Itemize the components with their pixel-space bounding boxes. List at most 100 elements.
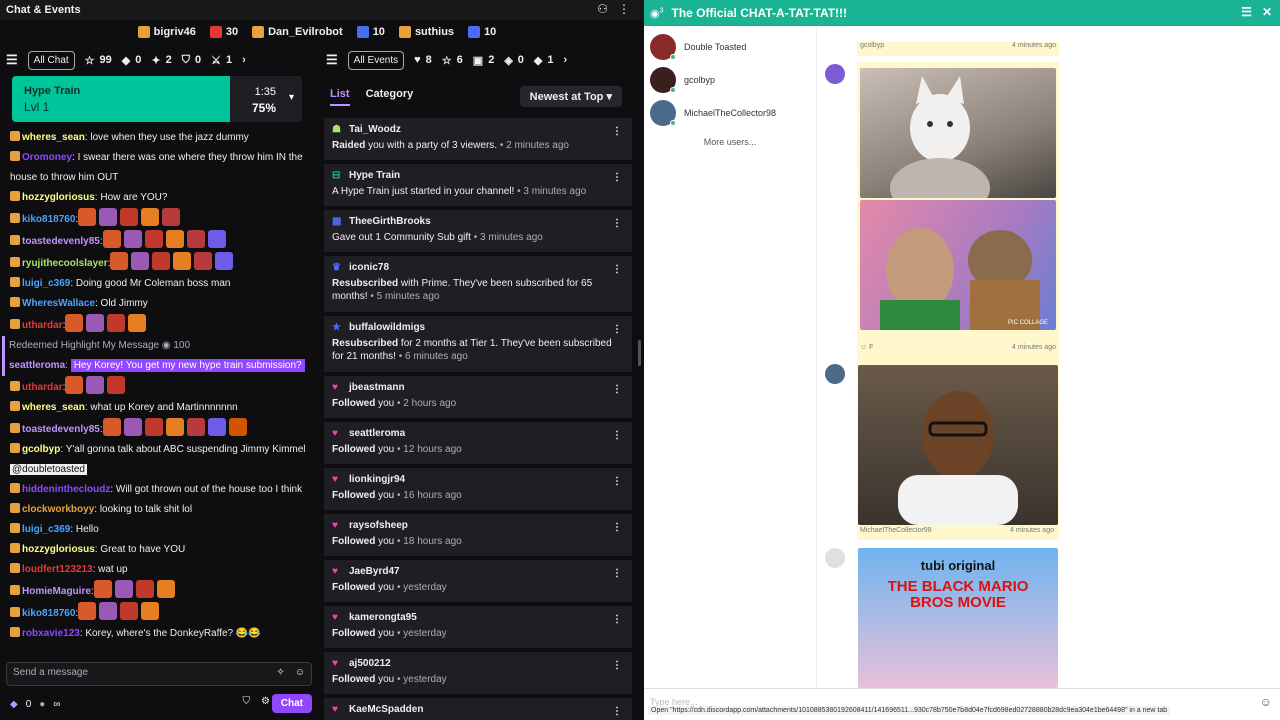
all-chat-filter[interactable]: All Chat	[27, 50, 75, 70]
filter-raid[interactable]: ✦ 2	[151, 54, 171, 67]
menu-icon[interactable]: ☰	[326, 52, 338, 68]
chat-input[interactable]: Send a message ✧ ☺	[6, 662, 312, 686]
smile-icon[interactable]: ☺	[860, 344, 867, 351]
close-icon[interactable]: ✕	[1262, 5, 1272, 19]
more-vertical-icon[interactable]: ⋮	[612, 568, 622, 579]
chat-username[interactable]: gcolbyp	[22, 444, 60, 455]
chat-username[interactable]: hozzygloriosus	[22, 192, 95, 203]
tab-list[interactable]: List	[330, 88, 350, 106]
mention-tag[interactable]: @doubletoasted	[10, 464, 87, 475]
more-vertical-icon[interactable]: ⋮	[612, 218, 622, 229]
discord-user[interactable]: MichaelTheCollector98	[644, 96, 816, 129]
filter-gift[interactable]: ▣ 2	[473, 54, 495, 67]
filter-sword[interactable]: ⚔ 1	[211, 54, 232, 67]
shield-icon[interactable]: ⛉	[243, 696, 251, 707]
more-vertical-icon[interactable]: ⋮	[612, 660, 622, 671]
tab-category[interactable]: Category	[366, 88, 414, 106]
event-username[interactable]: lionkingjr94	[349, 474, 405, 485]
chevron-right-icon[interactable]: ›	[564, 54, 568, 66]
chat-username[interactable]: wheres_sean	[22, 132, 85, 143]
channel-points-icon[interactable]: ◆	[10, 699, 18, 710]
event-username[interactable]: KaeMcSpadden	[349, 704, 423, 715]
portrait-image[interactable]	[858, 365, 1058, 525]
event-username[interactable]: TheeGirthBrooks	[349, 216, 431, 227]
chat-username[interactable]: toastedevenly85	[22, 236, 100, 247]
filter-raid[interactable]: ◆ 1	[534, 54, 554, 67]
more-vertical-icon[interactable]: ⋮	[612, 522, 622, 533]
resize-handle[interactable]	[638, 340, 641, 366]
event-item[interactable]: ♛ iconic78 Resubscribed with Prime. They'v…	[324, 256, 632, 312]
more-vertical-icon[interactable]: ⋮	[612, 706, 622, 717]
more-vertical-icon[interactable]: ⋮	[612, 476, 622, 487]
movie-poster-image[interactable]: tubi original THE BLACK MARIO BROS MOVIE	[858, 548, 1058, 688]
event-item[interactable]: ♥ lionkingjr94 Followed you • 16 hours ago…	[324, 468, 632, 510]
event-item[interactable]: ⊟ Hype Train A Hype Train just started in …	[324, 164, 632, 206]
chat-username[interactable]: WheresWallace	[22, 298, 95, 309]
event-item[interactable]: ☗ Tai_Woodz Raided you with a party of 3 v…	[324, 118, 632, 160]
avatar-icon[interactable]: ●	[39, 699, 45, 710]
event-item[interactable]: ♥ KaeMcSpadden ⋮	[324, 698, 632, 720]
hype-train-bar[interactable]: Hype Train Lvl 1 1:35 75% ▾	[12, 76, 302, 122]
chat-username[interactable]: toastedevenly85	[22, 424, 100, 435]
filter-bits[interactable]: ◈ 0	[504, 54, 524, 67]
menu-icon[interactable]: ☰	[6, 52, 18, 68]
sparkle-icon[interactable]: ✧	[276, 667, 284, 678]
discord-message-input[interactable]: Type here... ☺	[644, 688, 1280, 720]
event-username[interactable]: seattleroma	[349, 428, 405, 439]
chevron-right-icon[interactable]: ›	[242, 54, 246, 66]
chat-username[interactable]: clockworkboyy	[22, 504, 94, 515]
collage-image[interactable]: PIC COLLAGE	[860, 200, 1056, 330]
chat-username[interactable]: wheres_sean	[22, 402, 85, 413]
event-item[interactable]: ♥ seattleroma Followed you • 12 hours ago ⋮	[324, 422, 632, 464]
more-vertical-icon[interactable]: ⋮	[612, 324, 622, 335]
event-username[interactable]: JaeByrd47	[349, 566, 400, 577]
event-username[interactable]: Hype Train	[349, 170, 400, 181]
event-list[interactable]: ☗ Tai_Woodz Raided you with a party of 3 v…	[324, 118, 632, 720]
more-vertical-icon[interactable]: ⋮	[612, 264, 622, 275]
chat-username[interactable]: HomieMaguire	[22, 586, 91, 597]
chat-username[interactable]: seattleroma	[9, 360, 65, 371]
more-vertical-icon[interactable]: ⋮	[612, 126, 622, 137]
chat-username[interactable]: uthardar	[22, 382, 63, 393]
event-username[interactable]: iconic78	[349, 262, 389, 273]
avatar[interactable]	[825, 364, 845, 384]
event-item[interactable]: ♥ JaeByrd47 Followed you • yesterday ⋮	[324, 560, 632, 602]
more-vertical-icon[interactable]: ⋮	[612, 172, 622, 183]
menu-icon[interactable]: ☰	[1241, 5, 1252, 19]
discord-user[interactable]: gcolbyp	[644, 63, 816, 96]
chat-username[interactable]: kiko818760	[22, 608, 75, 619]
emoji-icon[interactable]: ☺	[295, 667, 305, 678]
more-vertical-icon[interactable]: ⋮	[612, 430, 622, 441]
event-item[interactable]: ♥ raysofsheep Followed you • 18 hours ago ⋮	[324, 514, 632, 556]
more-users-link[interactable]: More users...	[644, 137, 816, 147]
more-vertical-icon[interactable]: ⋮	[612, 384, 622, 395]
chat-username[interactable]: robxavie123	[22, 628, 80, 639]
more-vertical-icon[interactable]: ⋮	[612, 614, 622, 625]
event-username[interactable]: buffalowildmigs	[349, 322, 425, 333]
discord-feed[interactable]: gcolbyp 4 minutes ago PIC COLLAGE ☺ F 4 mi…	[817, 26, 1280, 688]
filter-bits[interactable]: ◆ 0	[122, 54, 142, 67]
event-username[interactable]: Tai_Woodz	[349, 124, 401, 135]
chat-username[interactable]: loudfert123213	[22, 564, 93, 575]
chat-username[interactable]: luigi_c369	[22, 524, 70, 535]
chat-username[interactable]: hozzygloriosus	[22, 544, 95, 555]
emoji-icon[interactable]: ☺	[1260, 695, 1272, 709]
event-username[interactable]: raysofsheep	[349, 520, 408, 531]
chevron-down-icon[interactable]: ▾	[289, 92, 294, 103]
chat-username[interactable]: hiddeninthecloudz	[22, 484, 110, 495]
chat-username[interactable]: ryujithecoolslayer	[22, 258, 108, 269]
filter-follow[interactable]: ♥ 8	[414, 54, 432, 66]
filter-sub[interactable]: ☆ 6	[442, 54, 463, 67]
avatar[interactable]	[825, 64, 845, 84]
event-username[interactable]: aj500212	[349, 658, 391, 669]
filter-star[interactable]: ☆ 99	[85, 54, 112, 67]
sort-dropdown[interactable]: Newest at Top ▾	[519, 86, 622, 107]
discord-user[interactable]: Double Toasted	[644, 30, 816, 63]
event-item[interactable]: ♥ aj500212 Followed you • yesterday ⋮	[324, 652, 632, 694]
cat-image[interactable]	[860, 68, 1056, 218]
all-events-filter[interactable]: All Events	[347, 50, 405, 70]
chat-button[interactable]: Chat	[271, 694, 312, 713]
chat-username[interactable]: luigi_c369	[22, 278, 70, 289]
chat-log[interactable]: wheres_sean: love when they use the jazz…	[0, 128, 320, 658]
event-item[interactable]: ♥ kamerongta95 Followed you • yesterday ⋮	[324, 606, 632, 648]
